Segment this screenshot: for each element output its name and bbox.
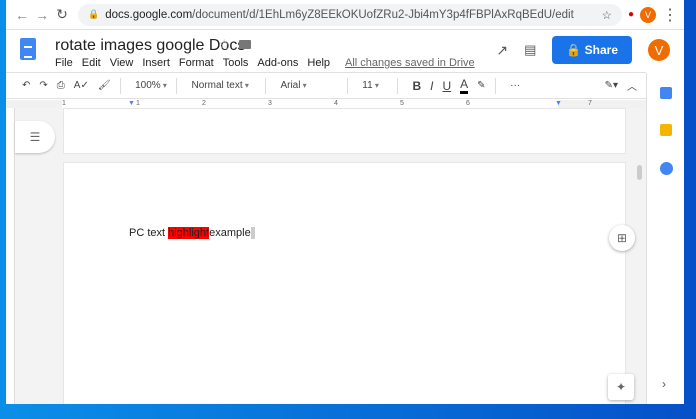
page-previous[interactable] — [63, 108, 626, 154]
document-title[interactable]: rotate images google Docs — [55, 37, 245, 55]
editing-mode-icon[interactable]: ✎▾ — [605, 80, 618, 91]
menu-view[interactable]: View — [110, 57, 134, 69]
docs-header: rotate images google Docs ☆ File Edit Vi… — [6, 30, 684, 72]
ruler-mark: 2 — [202, 100, 206, 107]
scrollbar[interactable] — [637, 165, 642, 180]
bold-button[interactable]: B — [412, 79, 421, 93]
menu-edit[interactable]: Edit — [82, 57, 101, 69]
document-text[interactable]: PC text highlightexample — [129, 227, 255, 240]
keep-icon[interactable] — [660, 124, 672, 136]
add-comment-icon[interactable]: ⊞ — [609, 225, 635, 251]
tasks-icon[interactable] — [660, 162, 673, 175]
menu-help[interactable]: Help — [307, 57, 330, 69]
browser-toolbar: ← → ↻ 🔒 docs.google.com/document/d/1EhLm… — [6, 0, 684, 30]
address-bar[interactable]: 🔒 docs.google.com/document/d/1EhLm6yZ8EE… — [78, 3, 622, 26]
print-icon[interactable]: ⎙ — [57, 80, 65, 91]
star-icon[interactable]: ☆ — [218, 36, 231, 53]
document-canvas — [15, 108, 646, 404]
text-color-button[interactable]: A — [460, 77, 469, 94]
highlight-color-icon[interactable]: ✎ — [477, 80, 485, 91]
divider — [396, 77, 398, 94]
account-avatar[interactable]: V — [648, 39, 670, 61]
forward-icon[interactable]: → — [32, 7, 52, 23]
page-current[interactable] — [63, 162, 626, 404]
horizontal-ruler[interactable]: 1 ▼ 1 2 3 4 5 6 ▼ 7 — [6, 100, 646, 108]
style-select[interactable]: Normal text — [192, 80, 249, 91]
menu-format[interactable]: Format — [179, 57, 214, 69]
bookmark-star-icon[interactable]: ☆ — [602, 8, 612, 22]
url-host: docs.google.com — [105, 8, 193, 21]
side-panel: › — [646, 73, 684, 404]
share-button[interactable]: 🔒 Share — [552, 36, 632, 64]
reload-icon[interactable]: ↻ — [52, 6, 72, 23]
divider — [346, 77, 348, 94]
lock-icon: 🔒 — [88, 9, 100, 19]
docs-logo-icon[interactable] — [20, 38, 36, 60]
menu-tools[interactable]: Tools — [223, 57, 249, 69]
divider — [494, 77, 496, 94]
menu-file[interactable]: File — [55, 57, 73, 69]
collapse-icon[interactable]: ︿ — [627, 78, 637, 93]
text-cursor — [250, 227, 255, 240]
document-outline-icon[interactable]: ☰ — [15, 121, 55, 153]
share-label: Share — [584, 43, 618, 57]
browser-menu-icon[interactable]: ⋮ — [662, 5, 678, 25]
undo-icon[interactable]: ↶ — [22, 80, 30, 91]
save-status[interactable]: All changes saved in Drive — [345, 57, 475, 69]
activity-icon[interactable]: ↗ — [496, 42, 508, 59]
redo-icon[interactable]: ↷ — [39, 80, 47, 91]
comments-icon[interactable]: ▤ — [524, 42, 536, 58]
expand-panel-icon[interactable]: › — [662, 377, 666, 391]
text-run: example — [209, 227, 251, 239]
vertical-ruler[interactable] — [6, 108, 15, 404]
menu-bar: File Edit View Insert Format Tools Add-o… — [55, 57, 475, 69]
paint-format-icon[interactable]: 🖌 — [98, 80, 111, 91]
ruler-mark: 3 — [268, 100, 272, 107]
divider — [264, 77, 266, 94]
explore-icon[interactable]: ✦ — [608, 374, 634, 400]
spellcheck-icon[interactable]: A✓ — [74, 80, 89, 91]
italic-button[interactable]: I — [430, 79, 433, 93]
zoom-select[interactable]: 100% — [135, 80, 167, 91]
right-indent-marker-icon[interactable]: ▼ — [555, 100, 562, 107]
extension-icon[interactable]: ● — [628, 9, 634, 20]
divider — [119, 77, 121, 94]
more-button[interactable]: ··· — [510, 80, 520, 91]
ruler-mark: 1 — [136, 100, 140, 107]
url-path: /document/d/1EhLm6yZ8EEkOKUofZRu2-Jbi4mY… — [192, 8, 574, 21]
browser-window: ← → ↻ 🔒 docs.google.com/document/d/1EhLm… — [6, 0, 684, 404]
underline-button[interactable]: U — [442, 79, 451, 93]
font-select[interactable]: Arial — [280, 80, 306, 91]
menu-addons[interactable]: Add-ons — [257, 57, 298, 69]
indent-marker-icon[interactable]: ▼ — [128, 100, 135, 107]
ruler-mark: 5 — [400, 100, 404, 107]
menu-insert[interactable]: Insert — [142, 57, 170, 69]
calendar-icon[interactable] — [660, 87, 672, 99]
ruler-mark: 1 — [62, 100, 66, 107]
profile-avatar[interactable]: V — [640, 6, 656, 23]
ruler-mark: 6 — [466, 100, 470, 107]
font-size-select[interactable]: 11 — [362, 80, 379, 91]
divider — [175, 77, 177, 94]
ruler-mark: 4 — [334, 100, 338, 107]
highlighted-text: highlight — [168, 227, 210, 239]
text-run: PC text — [129, 227, 169, 239]
formatting-toolbar: ↶ ↷ ⎙ A✓ 🖌 100% Normal text Arial 11 B I… — [6, 72, 646, 99]
ruler-mark: 7 — [588, 100, 592, 107]
back-icon[interactable]: ← — [12, 7, 32, 23]
folder-icon[interactable] — [239, 40, 251, 49]
